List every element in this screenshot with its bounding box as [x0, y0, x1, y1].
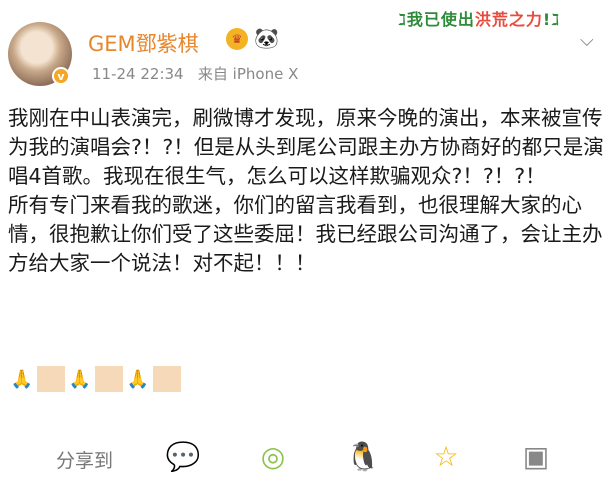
- verified-badge-icon: v: [52, 67, 70, 85]
- crown-icon: ♛: [226, 28, 248, 50]
- post-paragraph-2: 所有专门来看我的歌迷，你们的留言我看到，也很理解大家的心情，很抱歉让你们受了这些…: [8, 193, 603, 275]
- qzone-icon[interactable]: ☆: [426, 436, 466, 476]
- skin-tone-block: [37, 366, 65, 392]
- pray-icon: 🙏: [10, 368, 34, 390]
- post-source: 来自 iPhone X: [197, 65, 299, 83]
- qq-icon[interactable]: 🐧: [343, 436, 383, 476]
- banner-prefix: ℷ我已使出: [398, 10, 475, 29]
- banner-highlight: 洪荒之力: [474, 10, 543, 29]
- banner-suffix: !ℷ: [542, 10, 561, 29]
- pray-icon: 🙏: [126, 368, 150, 390]
- emoji-row: 🙏 🙏 🙏: [8, 366, 182, 392]
- skin-tone-block: [95, 366, 123, 392]
- banner-text: ℷ我已使出洪荒之力!ℷ: [398, 6, 560, 30]
- username[interactable]: GEM鄧紫棋: [88, 28, 199, 58]
- post-paragraph-1: 我刚在中山表演完，刷微博才发现，原来今晚的演出，本来被宣传为我的演唱会?！?！但…: [8, 106, 604, 188]
- panda-icon: 🐼: [254, 26, 279, 50]
- share-label: 分享到: [56, 450, 114, 472]
- moments-icon[interactable]: ◎: [253, 436, 293, 476]
- timestamp: 11-24 22:34: [92, 65, 184, 83]
- skin-tone-block: [153, 366, 181, 392]
- wechat-icon[interactable]: 💬: [163, 436, 203, 476]
- chevron-down-icon[interactable]: ⌵: [580, 30, 594, 51]
- post-meta: 11-24 22:34 来自 iPhone X: [92, 63, 298, 84]
- more-icon[interactable]: ▣: [516, 436, 556, 476]
- post-body: 我刚在中山表演完，刷微博才发现，原来今晚的演出，本来被宣传为我的演唱会?！?！但…: [8, 104, 608, 278]
- pray-icon: 🙏: [68, 368, 92, 390]
